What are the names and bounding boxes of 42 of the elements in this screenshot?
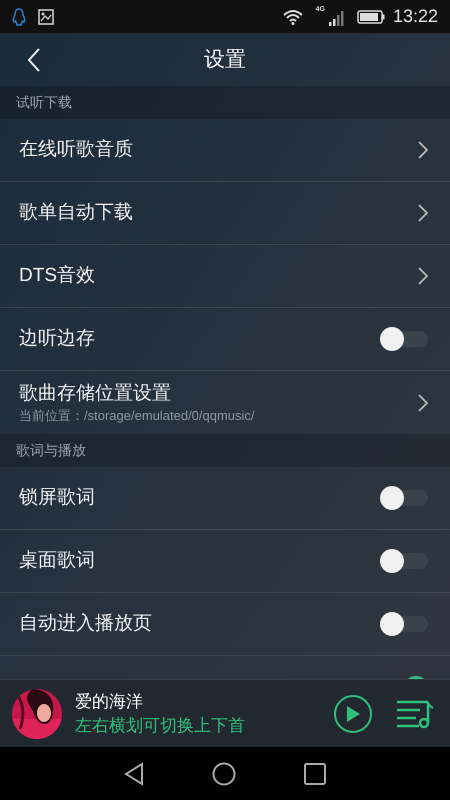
section-header: 歌词与播放 [16, 441, 86, 460]
settings-row[interactable]: 自动进入播放页 [0, 593, 450, 656]
row-label: 歌曲存储位置设置 [19, 382, 172, 406]
toggle-switch[interactable] [380, 326, 428, 352]
row-label: 歌单自动下载 [19, 201, 134, 225]
chevron-icon [418, 267, 428, 285]
battery-icon [356, 10, 385, 24]
row-label: DTS音效 [19, 264, 96, 288]
home-nav-icon[interactable] [212, 762, 236, 786]
row-label: 锁屏歌词 [19, 486, 96, 510]
play-icon [346, 706, 360, 722]
penguin-icon [12, 8, 26, 26]
back-icon [27, 48, 41, 72]
recents-nav-icon[interactable] [304, 762, 326, 784]
page-title: 设置 [204, 46, 246, 73]
toggle-switch[interactable] [380, 485, 428, 511]
settings-row[interactable]: 边听边存 [0, 308, 450, 371]
chevron-icon [418, 394, 428, 412]
toggle-switch[interactable] [380, 548, 428, 574]
toggle-switch[interactable] [380, 611, 428, 637]
image-icon [38, 8, 54, 24]
chevron-icon [418, 141, 428, 159]
settings-row[interactable]: 歌曲存储位置设置 当前位置：/storage/emulated/0/qqmusic/ [0, 371, 450, 434]
back-nav-icon[interactable] [124, 762, 144, 786]
settings-row[interactable]: 在线听歌音质 [0, 119, 450, 182]
row-detail: 当前位置：/storage/emulated/0/qqmusic/ [19, 406, 256, 424]
song-title: 爱的海洋 [75, 690, 144, 712]
wifi-icon [282, 8, 304, 24]
row-label: 自动进入播放页 [19, 612, 153, 636]
settings-row[interactable]: 锁屏歌词 [0, 467, 450, 530]
playlist-icon[interactable] [396, 698, 434, 728]
row-label: 边听边存 [19, 327, 96, 351]
settings-row[interactable]: 歌单自动下载 [0, 182, 450, 245]
row-label: 在线听歌音质 [19, 138, 134, 162]
section-header: 试听下载 [16, 93, 72, 112]
settings-row[interactable]: 桌面歌词 [0, 530, 450, 593]
swipe-hint: 左右横划可切换上下首 [75, 714, 246, 736]
row-label: 桌面歌词 [19, 549, 96, 573]
chevron-icon [418, 204, 428, 222]
status-time: 13:22 [392, 5, 438, 28]
play-button[interactable] [334, 694, 372, 732]
settings-row[interactable]: DTS音效 [0, 245, 450, 308]
